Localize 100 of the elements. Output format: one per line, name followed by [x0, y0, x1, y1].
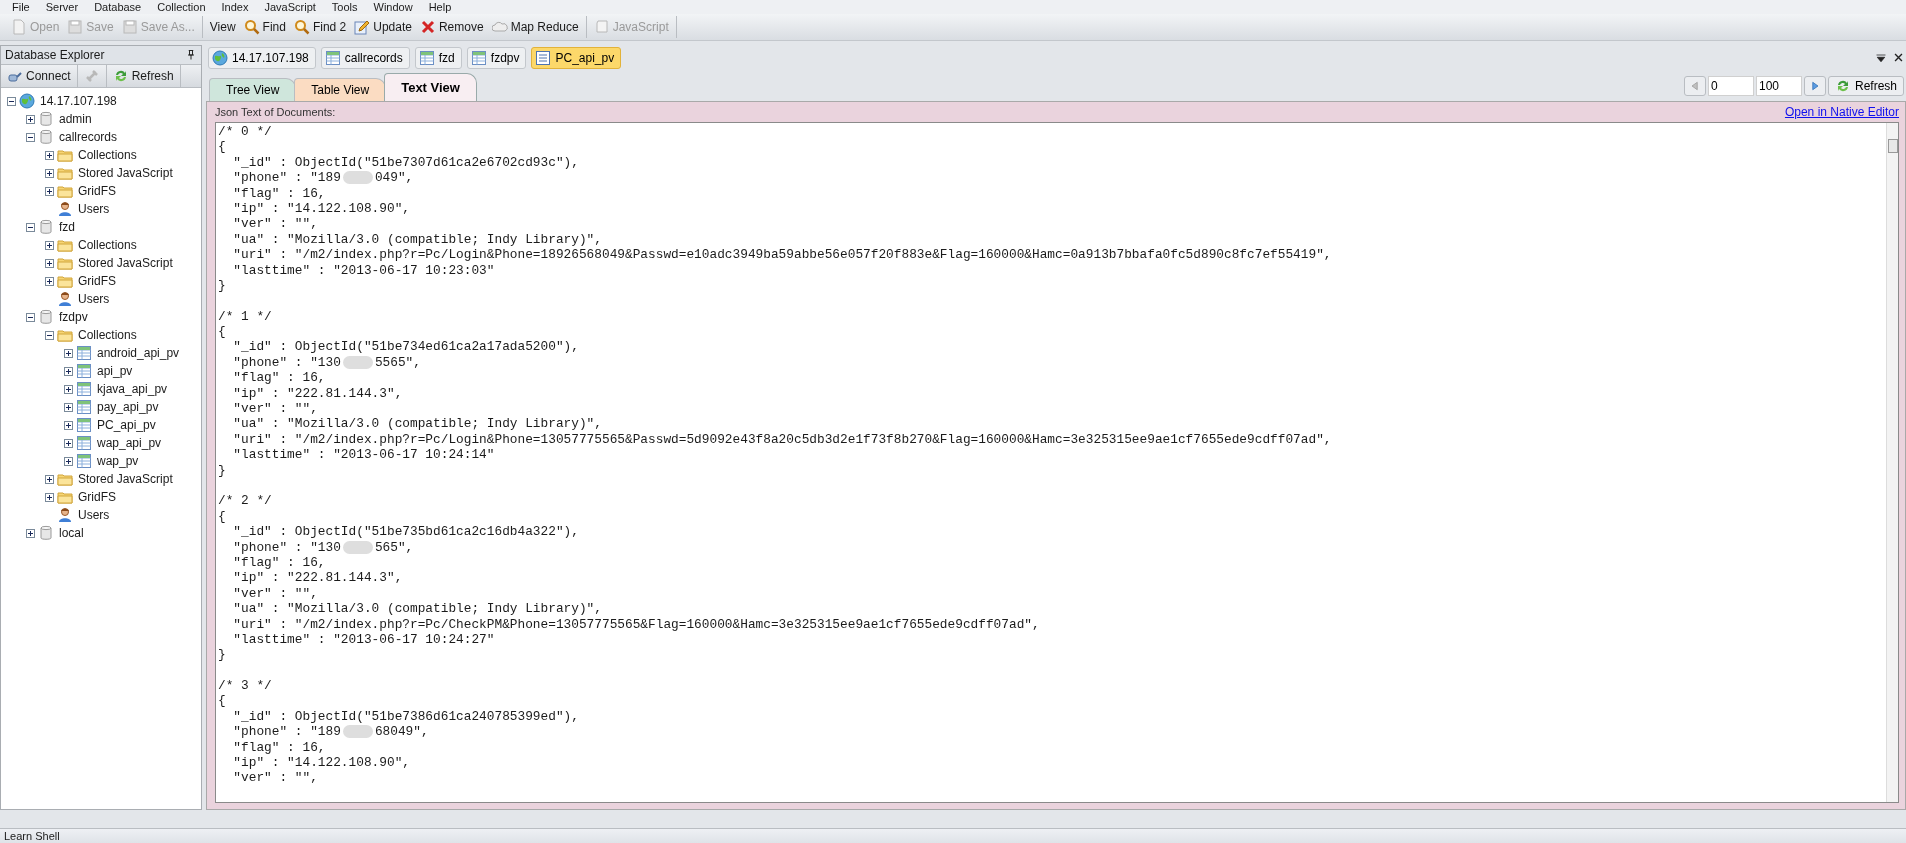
tree-toggle[interactable] [26, 114, 35, 124]
limit-field[interactable]: 100 [1755, 76, 1802, 96]
tree-toggle[interactable] [26, 222, 35, 232]
toolbar-button[interactable]: View [206, 18, 239, 36]
dropdown-icon[interactable] [1875, 52, 1887, 64]
menu-item[interactable]: Database [90, 1, 154, 13]
tree-toggle[interactable] [64, 366, 73, 376]
tree-item[interactable]: PC_api_pv [95, 418, 156, 432]
tree-item[interactable]: Collections [76, 238, 137, 252]
menu-item[interactable]: JavaScript [260, 1, 328, 13]
tree-item[interactable]: pay_api_pv [95, 400, 159, 414]
tree-toggle[interactable] [64, 402, 73, 412]
toolbar-button[interactable]: Connect [1, 65, 78, 87]
menu-item[interactable]: Collection [153, 1, 218, 13]
folder-icon [57, 147, 73, 163]
code-line: "ua" : "Mozilla/3.0 (compatible; Indy Library)", [232, 601, 602, 617]
toolbar-button[interactable]: Find [240, 17, 289, 37]
tree-toggle[interactable] [64, 456, 73, 466]
tree-item[interactable]: Stored JavaScript [76, 256, 173, 270]
redaction-blur [342, 540, 373, 554]
tree-item[interactable]: api_pv [95, 364, 133, 378]
tree-toggle[interactable] [45, 240, 54, 250]
tree-item[interactable]: kjava_api_pv [95, 382, 168, 396]
toolbar-button[interactable]: Remove [416, 17, 487, 37]
toolbar-button[interactable]: Refresh [106, 65, 181, 87]
tree-toggle[interactable] [45, 492, 54, 502]
view-tab[interactable]: Text View [384, 73, 477, 101]
tree-item[interactable]: 14.17.107.198 [38, 94, 117, 108]
menu-item[interactable]: Index [217, 1, 261, 13]
view-tab[interactable]: Tree View [209, 78, 297, 101]
tree-item[interactable]: Stored JavaScript [76, 472, 173, 486]
code-line: { [218, 139, 226, 155]
tree-toggle[interactable] [45, 168, 54, 178]
document-tab[interactable]: PC_api_pv [531, 47, 622, 69]
skip-field[interactable]: 0 [1707, 76, 1754, 96]
tree-item[interactable]: local [57, 526, 84, 540]
toolbar-button[interactable]: Find 2 [290, 17, 350, 37]
folder-icon [57, 489, 73, 505]
tree-item[interactable]: Collections [76, 148, 137, 162]
tree-toggle[interactable] [45, 474, 54, 484]
menu-item[interactable]: Window [369, 1, 425, 13]
tree-item[interactable]: Users [76, 292, 110, 306]
code-line: "ip" : "222.81.144.3", [232, 570, 403, 586]
refresh-button[interactable]: Refresh [1827, 76, 1904, 96]
tree-toggle[interactable] [64, 384, 73, 394]
scrollbar[interactable] [1886, 123, 1898, 802]
tree-toggle[interactable] [45, 276, 54, 286]
menu-item[interactable]: Help [424, 1, 464, 13]
code-line: "lasttime" : "2013-06-17 10:23:03" [232, 262, 495, 278]
tree-toggle[interactable] [45, 186, 54, 196]
tree-toggle[interactable] [64, 348, 73, 358]
native-editor-link[interactable]: Open in Native Editor [1784, 105, 1899, 119]
tree-item[interactable]: wap_api_pv [95, 436, 162, 450]
code-line: "ver" : "", [232, 585, 318, 602]
code-line: { [218, 508, 226, 525]
tree-toggle[interactable] [26, 312, 35, 322]
menu-item[interactable]: Server [41, 1, 91, 13]
table-icon [470, 50, 487, 66]
view-tab[interactable]: Table View [294, 78, 387, 101]
code-text: "phone" : "189 [232, 724, 341, 740]
tree-toggle[interactable] [7, 96, 16, 106]
menu-item[interactable]: File [8, 1, 42, 13]
tree-item[interactable]: Users [76, 202, 110, 216]
tree-item[interactable]: android_api_pv [95, 346, 180, 360]
table-icon [324, 50, 341, 66]
tree-toggle[interactable] [45, 330, 54, 340]
user-icon [57, 201, 73, 217]
toolbar-button[interactable]: Update [351, 17, 415, 37]
tree-item[interactable]: Collections [76, 328, 137, 342]
tree-item[interactable]: GridFS [76, 490, 116, 504]
tree-item[interactable]: GridFS [76, 184, 116, 198]
user-icon [57, 291, 73, 307]
tree-item[interactable]: callrecords [57, 130, 118, 144]
tree-toggle[interactable] [64, 438, 73, 448]
tree-toggle[interactable] [45, 150, 54, 160]
code-line: "lasttime" : "2013-06-17 10:24:14" [232, 447, 495, 463]
code-line: "uri" : "/m2/index.php?r=Pc/CheckPM&Phone=13057775565&Flag=160000&Hamc=3e325315ee9ae1cf7655ede9cdff07ad", [232, 616, 1040, 632]
tree-toggle[interactable] [45, 258, 54, 268]
close-icon[interactable] [1893, 52, 1904, 63]
tree-item[interactable]: wap_pv [95, 454, 139, 468]
menu-item[interactable]: Tools [327, 1, 370, 13]
code-line: } [218, 277, 226, 294]
code-line: "_id" : ObjectId("51be7386d61ca240785399ed"), [232, 708, 579, 725]
tree-item[interactable]: admin [57, 112, 92, 126]
tree-item[interactable]: Users [76, 508, 110, 522]
next-page-button[interactable] [1803, 76, 1826, 96]
code-line: } [218, 462, 226, 478]
tree-toggle[interactable] [26, 132, 35, 142]
document-tab[interactable]: callrecords [320, 47, 410, 69]
tree-item[interactable]: fzdpv [57, 310, 88, 324]
tree-item[interactable]: Stored JavaScript [76, 166, 173, 180]
tree-item[interactable]: GridFS [76, 274, 116, 288]
tree-toggle[interactable] [64, 420, 73, 430]
table-icon [76, 399, 92, 415]
document-tab[interactable]: fzd [414, 47, 462, 69]
tree-item[interactable]: fzd [57, 220, 75, 234]
document-tab[interactable]: 14.17.107.198 [208, 47, 316, 69]
tree-toggle[interactable] [26, 528, 35, 538]
toolbar-button[interactable]: Map Reduce [488, 17, 582, 37]
document-tab[interactable]: fzdpv [466, 47, 527, 69]
